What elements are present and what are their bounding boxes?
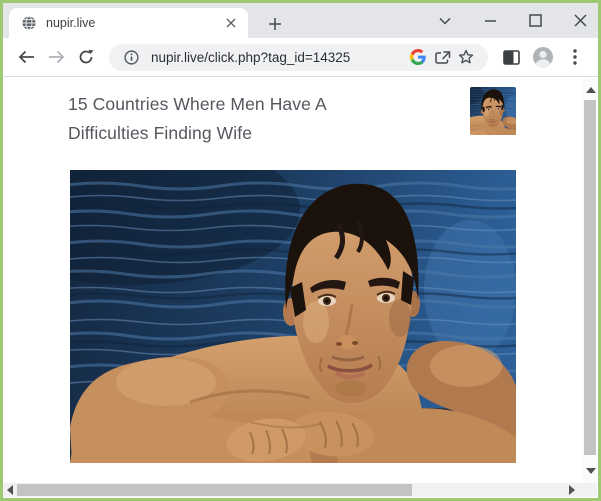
scroll-right-arrow-icon[interactable]	[569, 485, 575, 495]
article-hero-image[interactable]	[70, 170, 516, 463]
window-maximize-icon[interactable]	[527, 13, 543, 29]
back-icon[interactable]	[11, 42, 41, 72]
browser-toolbar: nupir.live/click.php?tag_id=14325	[3, 38, 598, 77]
page-content: 15 Countries Where Men Have A Difficulti…	[3, 78, 584, 483]
avatar-icon[interactable]	[528, 42, 558, 72]
share-icon[interactable]	[430, 45, 454, 69]
vertical-scrollbar-thumb[interactable]	[584, 100, 596, 455]
scroll-up-arrow-icon[interactable]	[586, 87, 596, 93]
vertical-scrollbar[interactable]	[583, 78, 597, 483]
url-text[interactable]: nupir.live/click.php?tag_id=14325	[151, 50, 406, 65]
globe-icon	[21, 15, 37, 31]
info-icon[interactable]	[119, 45, 143, 69]
address-bar[interactable]: nupir.live/click.php?tag_id=14325	[109, 44, 488, 71]
scrollbar-corner	[583, 483, 597, 497]
tab-strip: nupir.live	[3, 3, 598, 38]
horizontal-scrollbar-thumb[interactable]	[17, 484, 412, 496]
window-menu-chevron-icon[interactable]	[437, 13, 453, 29]
article-heading-line2: Difficulties Finding Wife	[68, 119, 398, 148]
kebab-menu-icon[interactable]	[560, 42, 590, 72]
tab-close-icon[interactable]	[222, 14, 240, 32]
article-thumbnail-image[interactable]	[470, 87, 516, 135]
scroll-down-arrow-icon[interactable]	[586, 468, 596, 474]
scroll-left-arrow-icon[interactable]	[7, 485, 13, 495]
article-heading-line1: 15 Countries Where Men Have A	[68, 90, 398, 119]
article-heading[interactable]: 15 Countries Where Men Have A Difficulti…	[68, 90, 398, 147]
tab-title: nupir.live	[46, 16, 222, 30]
star-icon[interactable]	[454, 45, 478, 69]
horizontal-scrollbar[interactable]	[3, 483, 583, 497]
browser-tab[interactable]: nupir.live	[9, 8, 248, 38]
forward-icon[interactable]	[41, 42, 71, 72]
new-tab-button[interactable]	[262, 11, 288, 37]
side-panel-icon[interactable]	[496, 42, 526, 72]
reload-icon[interactable]	[71, 42, 101, 72]
window-close-icon[interactable]	[572, 13, 588, 29]
window-minimize-icon[interactable]	[482, 13, 498, 29]
google-g-icon[interactable]	[406, 45, 430, 69]
browser-window: nupir.live	[0, 0, 601, 501]
